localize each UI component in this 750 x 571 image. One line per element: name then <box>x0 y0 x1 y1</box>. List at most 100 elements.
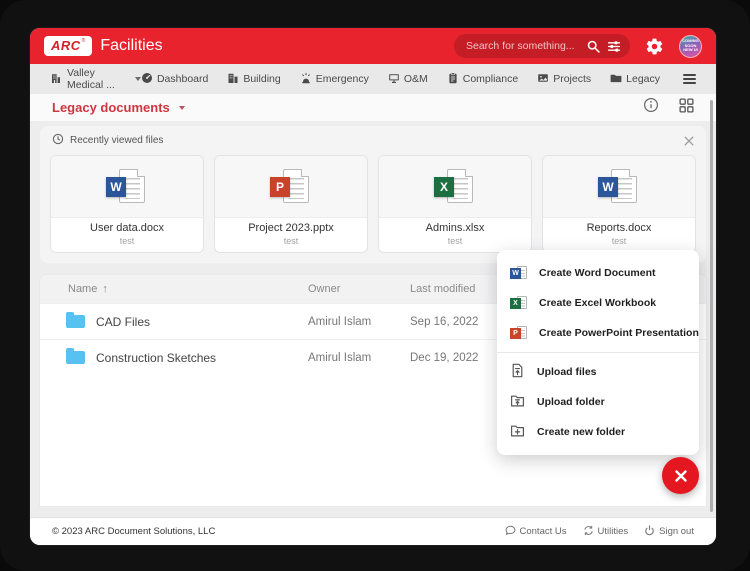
word-file-icon: W <box>543 156 695 218</box>
powerpoint-doc-icon: P <box>510 325 527 341</box>
file-name: Project 2023.pptx <box>218 222 364 234</box>
file-card[interactable]: W User data.docx test <box>50 155 204 253</box>
upload-folder-icon <box>510 393 525 411</box>
menu-item-upload-files[interactable]: Upload files <box>497 357 699 387</box>
row-owner: Amirul Islam <box>308 352 410 364</box>
menu-label: Create new folder <box>537 426 625 438</box>
footer-link-label: Utilities <box>598 526 629 537</box>
app-header: ARC ® Facilities COMING SOON NEW UI <box>30 28 716 64</box>
recently-viewed-title: Recently viewed files <box>70 135 163 146</box>
nav-label: Dashboard <box>157 73 208 85</box>
file-subtitle: test <box>546 236 692 246</box>
nav-items: Dashboard Building Emergency O&M Complia… <box>141 72 696 87</box>
nav-item-compliance[interactable]: Compliance <box>447 72 518 87</box>
app-window: ARC ® Facilities COMING SOON NEW UI V <box>30 28 716 545</box>
excel-file-icon: X <box>379 156 531 218</box>
menu-item-upload-folder[interactable]: Upload folder <box>497 387 699 417</box>
create-upload-menu: W Create Word Document X Create Excel Wo… <box>497 250 699 455</box>
word-doc-icon: W <box>510 265 527 281</box>
clipboard-icon <box>447 72 459 87</box>
building-icon <box>227 72 239 87</box>
nav-label: Emergency <box>316 73 369 85</box>
footer-link-label: Sign out <box>659 526 694 537</box>
monitor-icon <box>388 72 400 87</box>
menu-label: Upload folder <box>537 396 605 408</box>
recently-viewed-panel: Recently viewed files W User data.docx t… <box>40 126 706 263</box>
row-name: Construction Sketches <box>96 351 216 365</box>
site-building-icon <box>50 72 62 87</box>
file-subtitle: test <box>54 236 200 246</box>
excel-doc-icon: X <box>510 295 527 311</box>
app-footer: © 2023 ARC Document Solutions, LLC Conta… <box>30 517 716 545</box>
arc-logo-text: ARC <box>51 38 81 53</box>
nav-item-legacy[interactable]: Legacy <box>610 72 660 87</box>
sign-out-link[interactable]: Sign out <box>644 525 694 539</box>
menu-item-create-powerpoint[interactable]: P Create PowerPoint Presentation <box>497 318 699 348</box>
column-header-name[interactable]: Name ↑ <box>40 283 308 295</box>
nav-item-projects[interactable]: Projects <box>537 72 591 87</box>
file-name: Reports.docx <box>546 222 692 234</box>
nav-label: Legacy <box>626 73 660 85</box>
nav-item-emergency[interactable]: Emergency <box>300 72 369 87</box>
close-fab-button[interactable] <box>662 457 699 494</box>
file-card[interactable]: P Project 2023.pptx test <box>214 155 368 253</box>
file-card[interactable]: W Reports.docx test <box>542 155 696 253</box>
site-selector-label: Valley Medical ... <box>67 67 128 91</box>
close-icon[interactable] <box>684 136 694 146</box>
file-card[interactable]: X Admins.xlsx test <box>378 155 532 253</box>
search-icon[interactable] <box>587 40 600 53</box>
menu-label: Upload files <box>537 366 597 378</box>
emergency-siren-icon <box>300 72 312 87</box>
row-owner: Amirul Islam <box>308 316 410 328</box>
image-icon <box>537 72 549 87</box>
sync-arrows-icon <box>583 525 594 539</box>
file-subtitle: test <box>218 236 364 246</box>
page-title-row: Legacy documents <box>30 94 716 122</box>
power-icon <box>644 525 655 539</box>
hamburger-menu-icon[interactable] <box>683 74 696 84</box>
nav-item-building[interactable]: Building <box>227 72 280 87</box>
row-name: CAD Files <box>96 315 150 329</box>
user-avatar[interactable]: COMING SOON NEW UI <box>679 35 702 58</box>
word-file-icon: W <box>51 156 203 218</box>
vertical-scrollbar[interactable] <box>710 100 713 512</box>
sort-asc-icon[interactable]: ↑ <box>102 283 108 295</box>
search-bar[interactable] <box>454 34 630 58</box>
nav-item-dashboard[interactable]: Dashboard <box>141 72 208 87</box>
nav-label: Building <box>243 73 280 85</box>
upload-file-icon <box>510 363 525 381</box>
history-clock-icon <box>52 133 64 148</box>
powerpoint-file-icon: P <box>215 156 367 218</box>
arc-logo[interactable]: ARC ® <box>44 36 92 56</box>
column-header-owner[interactable]: Owner <box>308 283 410 295</box>
settings-gear-icon[interactable] <box>645 37 664 56</box>
avatar-label: COMING SOON NEW UI <box>680 39 701 52</box>
nav-item-om[interactable]: O&M <box>388 72 428 87</box>
page-title-dropdown[interactable]: Legacy documents <box>52 100 185 115</box>
nav-bar: Valley Medical ... Dashboard Building Em… <box>30 64 716 94</box>
file-name: Admins.xlsx <box>382 222 528 234</box>
menu-item-create-excel[interactable]: X Create Excel Workbook <box>497 288 699 318</box>
footer-link-label: Contact Us <box>520 526 567 537</box>
search-input[interactable] <box>466 40 580 52</box>
menu-label: Create Word Document <box>539 267 656 279</box>
page-title: Legacy documents <box>52 100 170 115</box>
menu-item-create-word[interactable]: W Create Word Document <box>497 258 699 288</box>
dashboard-icon <box>141 72 153 87</box>
menu-divider <box>497 352 699 353</box>
site-selector[interactable]: Valley Medical ... <box>50 67 141 91</box>
folder-icon <box>66 351 85 364</box>
info-icon[interactable] <box>643 97 659 118</box>
contact-us-link[interactable]: Contact Us <box>505 525 567 539</box>
nav-label: O&M <box>404 73 428 85</box>
filter-sliders-icon[interactable] <box>607 40 621 53</box>
utilities-link[interactable]: Utilities <box>583 525 629 539</box>
registered-mark: ® <box>82 38 86 44</box>
grid-view-icon[interactable] <box>679 98 694 118</box>
menu-label: Create Excel Workbook <box>539 297 656 309</box>
nav-label: Compliance <box>463 73 518 85</box>
file-name: User data.docx <box>54 222 200 234</box>
file-subtitle: test <box>382 236 528 246</box>
menu-item-create-new-folder[interactable]: Create new folder <box>497 417 699 447</box>
menu-label: Create PowerPoint Presentation <box>539 327 699 339</box>
